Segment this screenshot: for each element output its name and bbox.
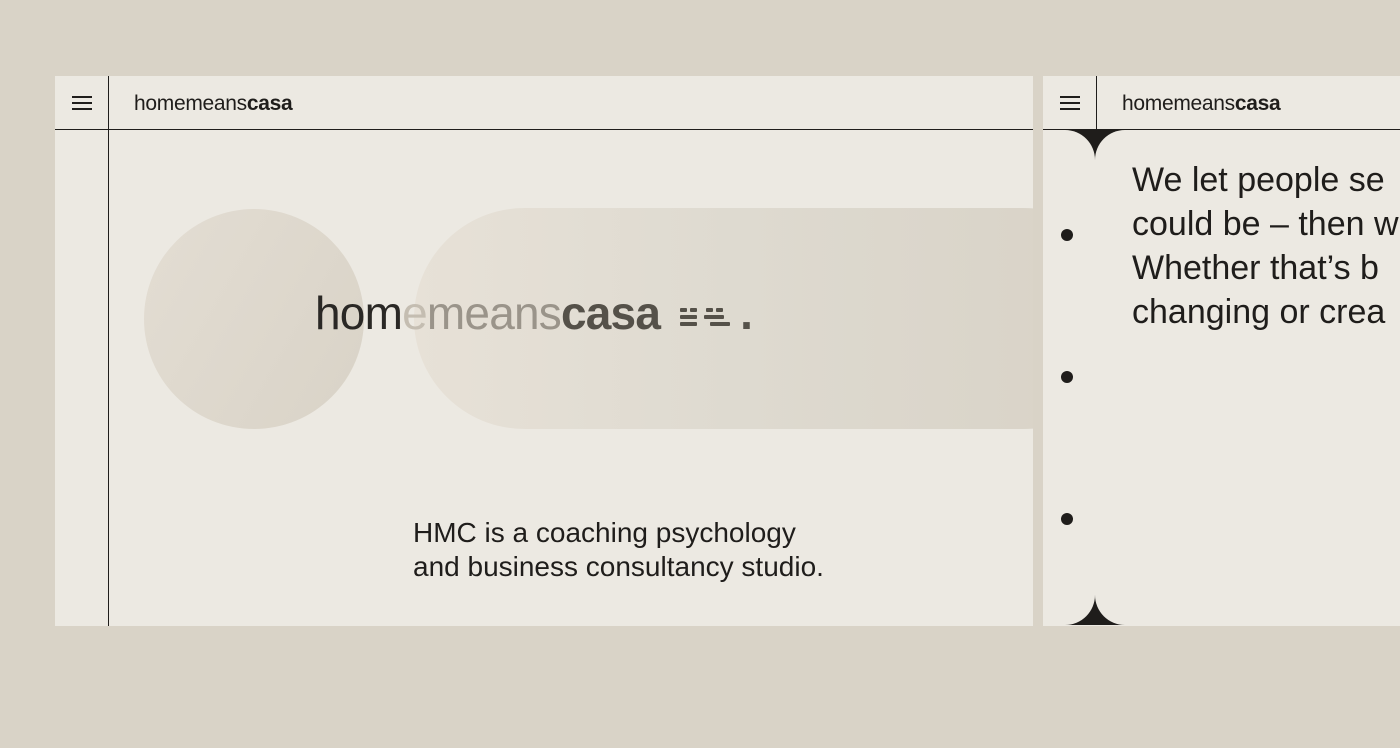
statement-line-2: could be – then w xyxy=(1132,205,1399,243)
hero-logo-part-means: means xyxy=(426,287,562,339)
brand-part-means: means xyxy=(1173,92,1235,115)
brand-part-casa: casa xyxy=(1234,92,1281,115)
brand-wordmark[interactable]: homemeanscasa xyxy=(134,91,293,117)
timeline-dot xyxy=(1061,371,1073,383)
vertical-divider xyxy=(108,76,109,626)
tagline-line-1: HMC is a coaching psychology xyxy=(413,517,796,548)
top-cutout-shape xyxy=(1043,130,1155,190)
hero-logo-part-hom: hom xyxy=(315,287,403,339)
statement-line-4: changing or crea xyxy=(1132,293,1386,331)
tagline-line-2: and business consultancy studio. xyxy=(413,551,824,582)
hamburger-menu-icon xyxy=(1059,95,1080,110)
tagline: HMC is a coaching psychology and busines… xyxy=(413,516,933,584)
hamburger-menu-icon xyxy=(71,95,92,110)
statement-text: We let people se could be – then w Wheth… xyxy=(1132,158,1399,334)
statement-line-3: Whether that’s b xyxy=(1132,249,1379,287)
header-divider xyxy=(55,129,1033,130)
bottom-cutout-shape xyxy=(1043,565,1155,625)
statement-line-1: We let people se xyxy=(1132,161,1385,199)
menu-button[interactable] xyxy=(1043,76,1096,129)
brand-part-casa: casa xyxy=(246,92,293,115)
hero-logo-part-casa: casa xyxy=(560,287,661,339)
timeline-dot xyxy=(1061,229,1073,241)
hero-logo-part-e: e xyxy=(402,287,428,339)
brand-part-home: home xyxy=(1122,92,1174,115)
brand-part-home: home xyxy=(134,92,186,115)
right-panel: homemeanscasa We let people se could be … xyxy=(1043,76,1400,626)
brand-wordmark[interactable]: homemeanscasa xyxy=(1122,91,1281,117)
brand-part-means: means xyxy=(185,92,247,115)
timeline-dot xyxy=(1061,513,1073,525)
left-panel: homemeanscasa homemeanscasa . HMC is a c… xyxy=(55,76,1033,626)
header-vertical-divider xyxy=(1096,76,1097,129)
dash-pattern-icon xyxy=(680,307,731,326)
hero-logo-period: . xyxy=(740,287,753,339)
hero-logo: homemeanscasa . xyxy=(315,285,753,341)
menu-button[interactable] xyxy=(55,76,108,129)
